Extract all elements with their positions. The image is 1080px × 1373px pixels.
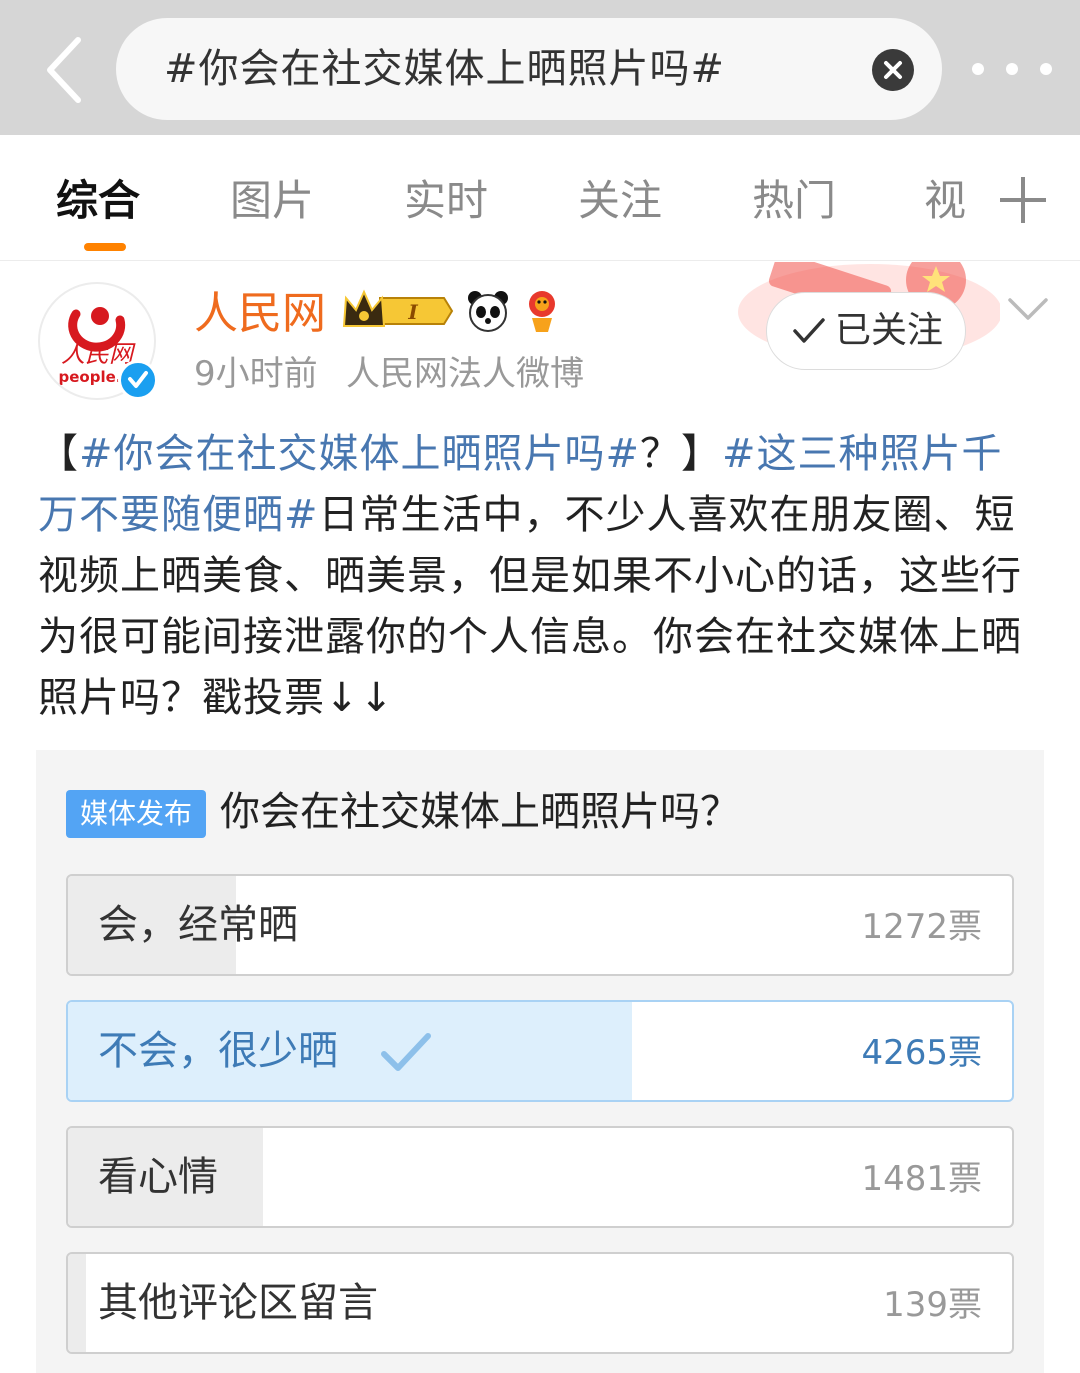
- tab-comprehensive[interactable]: 综合: [56, 173, 140, 229]
- avatar-subtitle: people.: [59, 368, 122, 386]
- svg-text:I: I: [407, 300, 418, 324]
- dot: [972, 63, 984, 75]
- vote-option[interactable]: 会，经常晒 1272票: [66, 874, 1014, 976]
- crown-level-icon[interactable]: I: [340, 288, 454, 334]
- vote-option-count: 4265票: [861, 1033, 982, 1073]
- dot: [1006, 63, 1018, 75]
- vote-option-selected[interactable]: 不会，很少晒 4265票: [66, 1000, 1014, 1102]
- vote-option-label: 会，经常晒: [98, 902, 298, 948]
- topic-link[interactable]: #你会在社交媒体上晒照片吗#: [79, 431, 640, 477]
- post-text: 【: [38, 431, 79, 477]
- search-query: #你会在社交媒体上晒照片吗#: [164, 46, 726, 92]
- clear-button[interactable]: [872, 49, 914, 91]
- tab-following[interactable]: 关注: [578, 173, 662, 229]
- vote-card: 媒体发布 你会在社交媒体上晒照片吗？ 会，经常晒 1272票 不会，很少晒 42…: [36, 750, 1044, 1373]
- post-body: 【#你会在社交媒体上晒照片吗#？】#这三种照片千万不要随便晒#日常生活中，不少人…: [38, 424, 1038, 729]
- checkmark-icon: [793, 318, 825, 343]
- user-name[interactable]: 人民网: [194, 284, 326, 344]
- chevron-down-icon[interactable]: [1006, 294, 1050, 324]
- vote-option-count: 1272票: [861, 907, 982, 947]
- follow-button[interactable]: 已关注: [766, 292, 966, 370]
- back-button[interactable]: [38, 34, 94, 106]
- vote-option-label: 看心情: [98, 1154, 218, 1200]
- active-tab-indicator: [84, 243, 126, 251]
- clear-icon: [884, 61, 902, 79]
- vote-option-count: 1481票: [861, 1159, 982, 1199]
- vote-option-count: 139票: [883, 1285, 982, 1325]
- add-tab-icon[interactable]: [1000, 177, 1046, 223]
- top-bar: #你会在社交媒体上晒照片吗#: [0, 0, 1080, 135]
- post-text: ？】: [640, 431, 723, 477]
- vote-option[interactable]: 其他评论区留言 139票: [66, 1252, 1014, 1354]
- tab-bar: 综合 图片 实时 关注 热门 视: [0, 135, 1080, 261]
- tab-realtime[interactable]: 实时: [404, 173, 488, 229]
- follow-label: 已关注: [835, 310, 944, 351]
- post-time: 9小时前: [194, 354, 318, 394]
- search-input[interactable]: #你会在社交媒体上晒照片吗#: [116, 18, 942, 120]
- checkmark-icon: [381, 1033, 431, 1071]
- more-dots-icon[interactable]: [972, 52, 1052, 86]
- panda-icon[interactable]: [464, 288, 512, 334]
- vote-option-fill: [68, 1254, 86, 1352]
- vote-question: 你会在社交媒体上晒照片吗？: [220, 789, 740, 835]
- vote-option-label: 其他评论区留言: [98, 1280, 378, 1326]
- lion-icon[interactable]: [524, 288, 560, 334]
- tab-hot[interactable]: 热门: [752, 173, 836, 229]
- media-tag: 媒体发布: [66, 790, 206, 838]
- vote-option-label: 不会，很少晒: [98, 1028, 338, 1074]
- back-arrow-icon: [47, 37, 81, 103]
- tab-video[interactable]: 视: [924, 173, 966, 229]
- verified-icon: [118, 360, 158, 400]
- dot: [1040, 63, 1052, 75]
- tab-images[interactable]: 图片: [230, 173, 314, 229]
- vote-option[interactable]: 看心情 1481票: [66, 1126, 1014, 1228]
- post-source: 人民网法人微博: [346, 354, 584, 394]
